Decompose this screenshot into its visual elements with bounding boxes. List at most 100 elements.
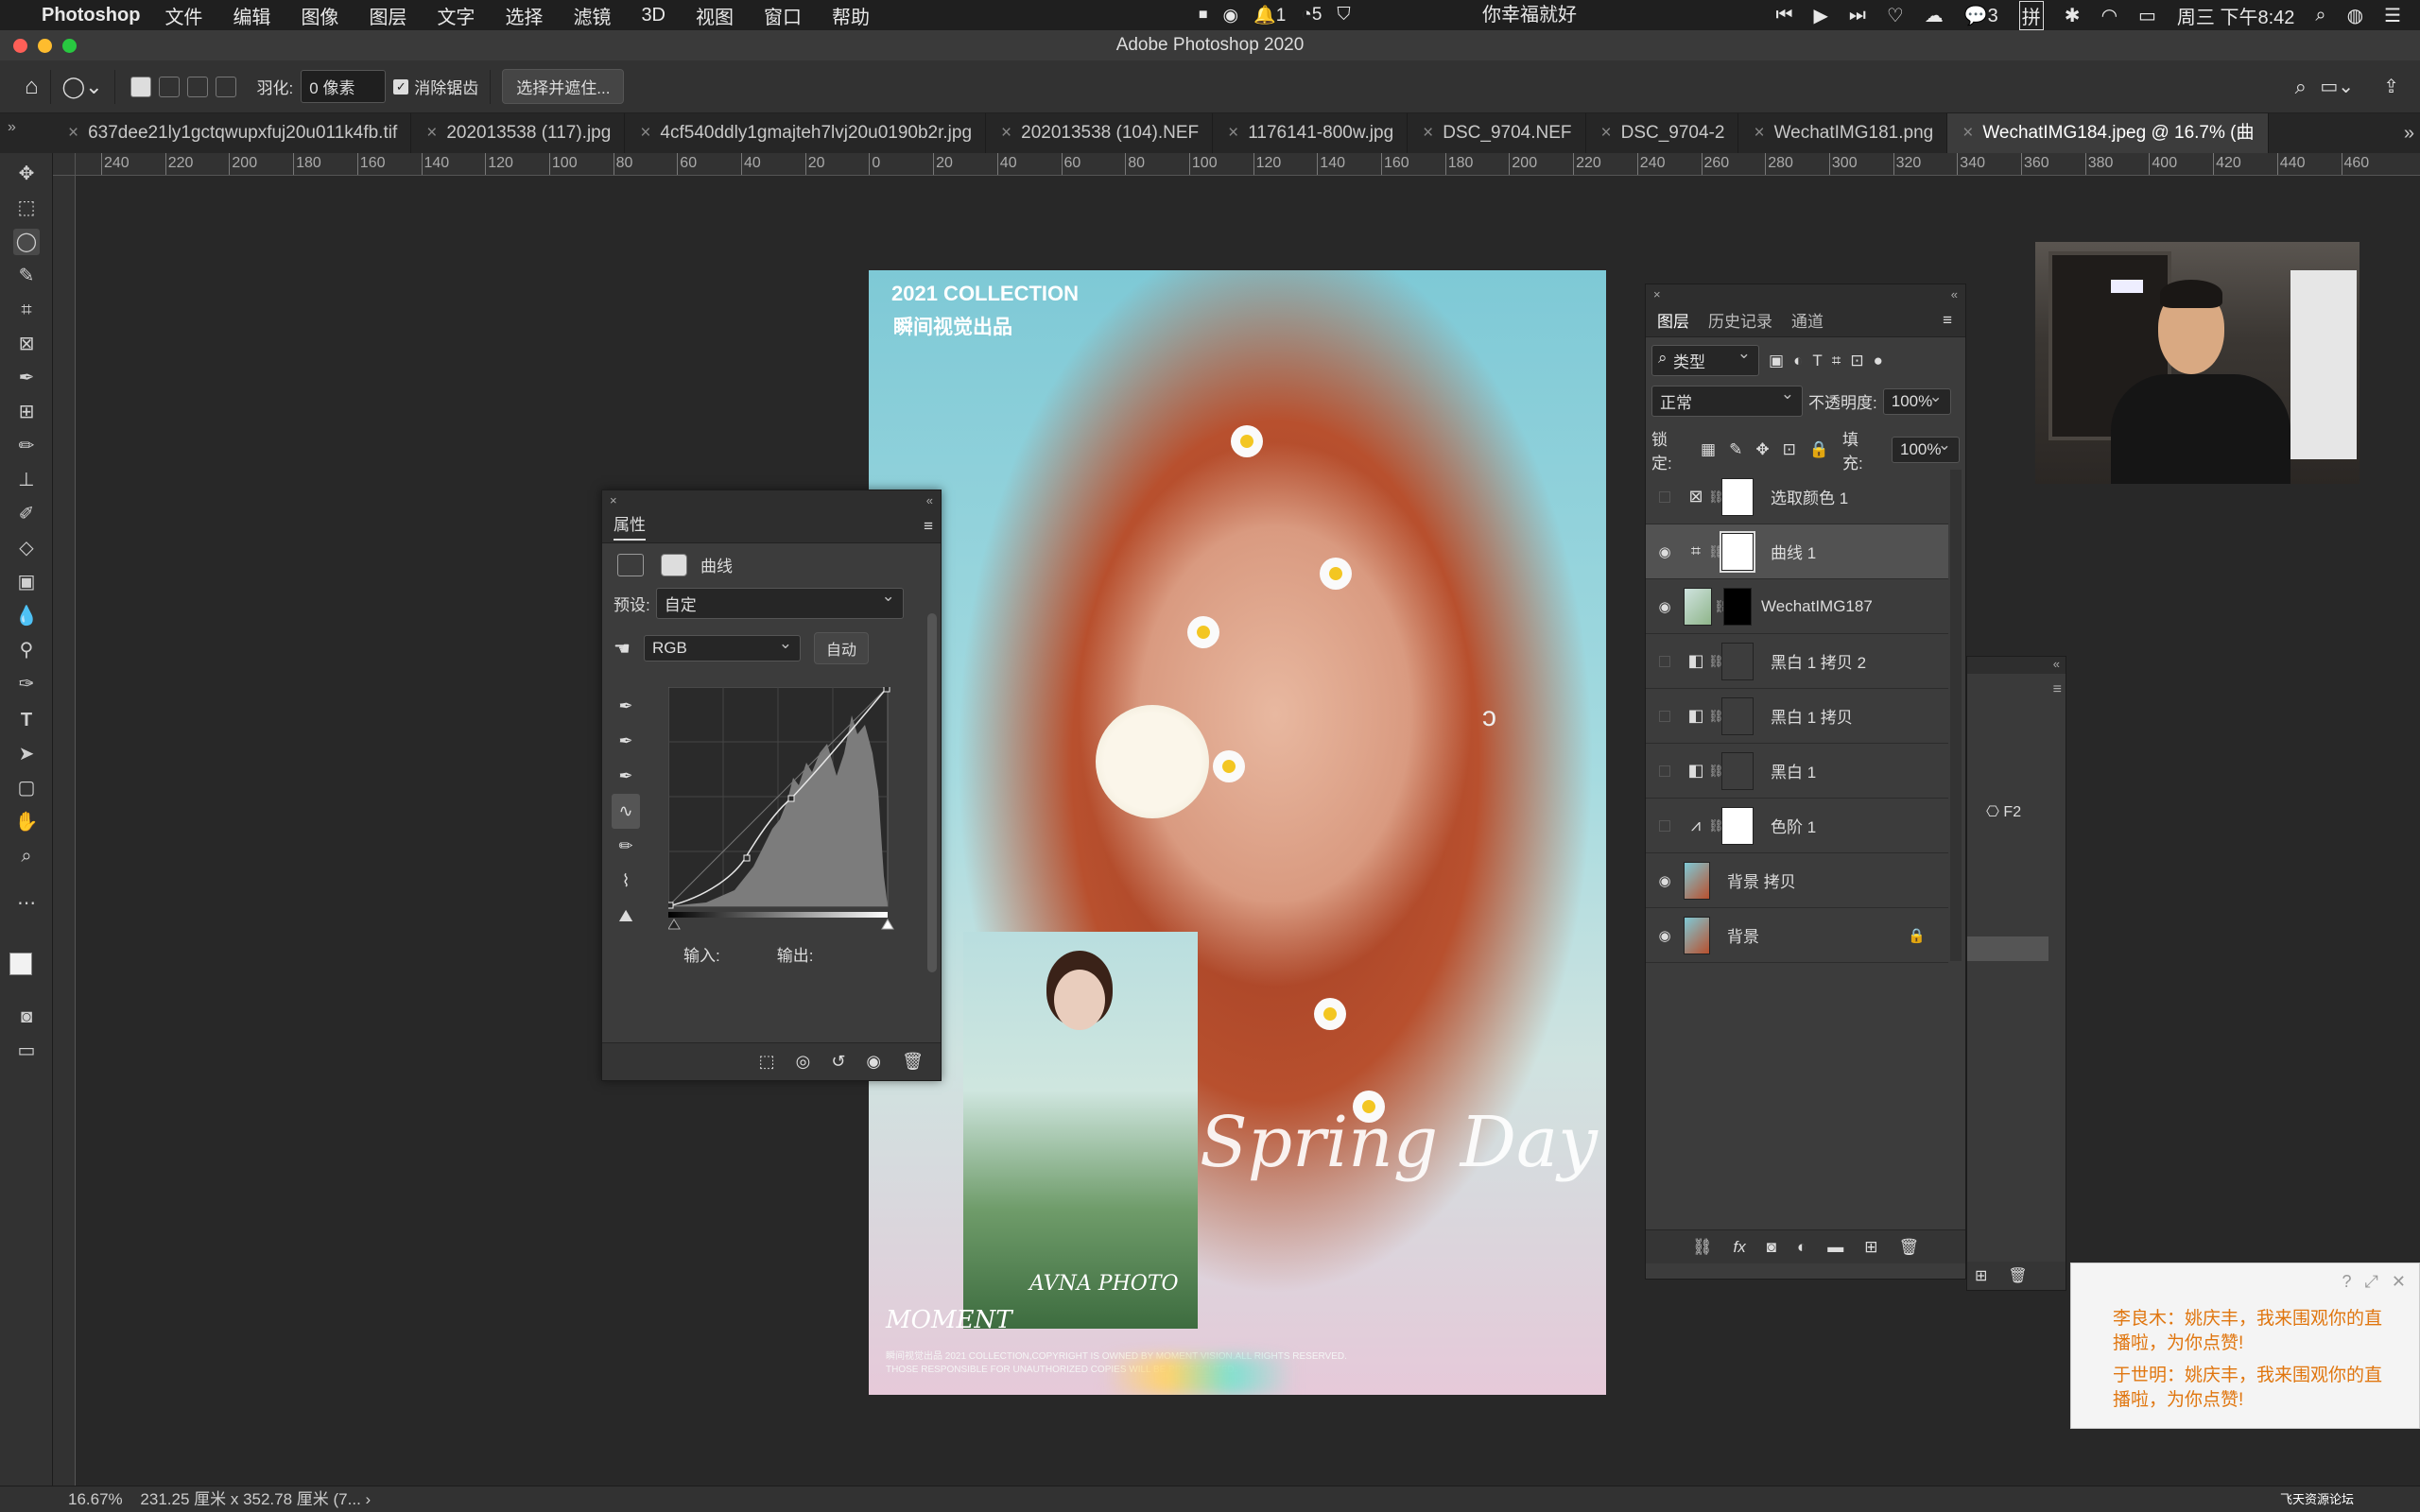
close-panel-icon[interactable]: ×: [610, 493, 617, 507]
cloud-icon[interactable]: ☁: [1925, 4, 1944, 27]
stop-icon[interactable]: ⏹: [1199, 5, 1208, 26]
document-tab[interactable]: × 4cf540ddly1gmajteh7lvj20u0190b2r.jpg: [625, 113, 987, 153]
subtract-selection-icon[interactable]: [186, 76, 208, 97]
close-tab-icon[interactable]: ×: [1754, 123, 1764, 143]
spotlight-icon[interactable]: ⌕: [2315, 5, 2325, 26]
tab-channels[interactable]: 通道: [1791, 308, 1824, 332]
collapse-panel-icon[interactable]: «: [1967, 657, 2066, 674]
input-method[interactable]: 拼: [2018, 0, 2044, 30]
visibility-toggle[interactable]: [1646, 765, 1684, 777]
close-tab-icon[interactable]: ×: [1423, 123, 1433, 143]
tab-history[interactable]: 历史记录: [1708, 308, 1772, 332]
new-adjustment-icon[interactable]: ◐: [1797, 1238, 1806, 1257]
dodge-tool-icon[interactable]: ⚲: [13, 637, 40, 663]
document-size[interactable]: 231.25 厘米 x 352.78 厘米 (7...: [140, 1490, 360, 1508]
minimize-window-button[interactable]: [38, 39, 52, 53]
layer-row[interactable]: ◉ 背景 拷贝: [1646, 853, 1948, 908]
targeted-adjust-icon[interactable]: ☚: [614, 637, 631, 661]
curve-point[interactable]: [743, 854, 751, 862]
selected-row[interactable]: [1967, 936, 2048, 961]
healing-tool-icon[interactable]: ⊞: [13, 399, 40, 425]
layer-thumbnail[interactable]: [1684, 861, 1710, 900]
reset-icon[interactable]: ↺: [831, 1052, 845, 1072]
wechat-icon[interactable]: 💬3: [1964, 4, 1998, 27]
shape-filter-icon[interactable]: ⌗: [1832, 352, 1841, 370]
lasso-tool-preset-icon[interactable]: ◯⌄: [62, 75, 103, 99]
layer-row[interactable]: ◉ ⛓ WechatIMG187: [1646, 579, 1948, 634]
new-selection-icon[interactable]: [130, 76, 151, 97]
curve-point[interactable]: [883, 687, 890, 693]
menu-window[interactable]: 窗口: [764, 2, 802, 29]
move-tool-icon[interactable]: ✥: [13, 161, 40, 187]
control-center-icon[interactable]: ☰: [2384, 4, 2401, 27]
gradient-tool-icon[interactable]: ▣: [13, 569, 40, 595]
delete-icon[interactable]: 🗑: [2008, 1266, 2027, 1285]
select-and-mask-button[interactable]: 选择并遮住...: [502, 69, 625, 104]
new-layer-icon[interactable]: ⊞: [1864, 1238, 1877, 1257]
action-shortcut[interactable]: ⎔ F2: [1986, 802, 2021, 821]
menu-select[interactable]: 选择: [505, 2, 543, 29]
layer-mask-thumbnail[interactable]: [1721, 477, 1754, 516]
layer-thumbnail[interactable]: [1684, 916, 1710, 954]
now-playing[interactable]: 你幸福就好: [1482, 0, 1577, 30]
help-icon[interactable]: ?: [2342, 1269, 2351, 1294]
adjustment-filter-icon[interactable]: ◐: [1793, 352, 1803, 370]
curve-edit-points-icon[interactable]: ∿: [612, 794, 640, 829]
play-icon[interactable]: ▶: [1813, 4, 1827, 27]
visibility-icon[interactable]: ◉: [866, 1052, 881, 1072]
document-tab[interactable]: × WechatIMG181.png: [1738, 113, 1948, 153]
fill-input[interactable]: 100%: [1891, 436, 1960, 463]
close-tab-icon[interactable]: ×: [640, 123, 650, 143]
add-selection-icon[interactable]: [158, 76, 180, 97]
gray-point-eyedropper-icon[interactable]: ✒: [612, 724, 640, 759]
menu-3d[interactable]: 3D: [641, 5, 666, 26]
curves-adjustment-icon[interactable]: [617, 553, 644, 576]
view-previous-icon[interactable]: ◎: [796, 1052, 811, 1072]
heart-icon[interactable]: ♡: [1887, 4, 1904, 27]
shape-tool-icon[interactable]: ▢: [13, 775, 40, 801]
fx-icon[interactable]: fx: [1733, 1238, 1745, 1257]
history-brush-icon[interactable]: ✐: [13, 501, 40, 527]
visibility-toggle[interactable]: [1646, 819, 1684, 832]
record-icon[interactable]: ◉: [1223, 5, 1239, 26]
filter-toggle-icon[interactable]: ●: [1874, 352, 1883, 370]
document-tab[interactable]: × 637dee21ly1gctqwupxfuj20u011k4fb.tif: [53, 113, 412, 153]
stamp-tool-icon[interactable]: ⊥: [13, 467, 40, 493]
eye-icon[interactable]: ◉: [1646, 543, 1684, 560]
close-tab-icon[interactable]: ×: [1962, 123, 1973, 143]
crop-tool-icon[interactable]: ⌗: [13, 297, 40, 323]
document-tab[interactable]: × 1176141-800w.jpg: [1213, 113, 1409, 153]
lasso-tool-icon[interactable]: ◯: [13, 229, 40, 255]
new-item-icon[interactable]: ⊞: [1975, 1266, 1987, 1285]
curve-point[interactable]: [668, 902, 674, 909]
zoom-level[interactable]: 16.67%: [68, 1490, 123, 1508]
layer-row[interactable]: ◧ ⛓ 黑白 1 拷贝: [1646, 689, 1948, 744]
workspace-icon[interactable]: ▭⌄: [2320, 75, 2354, 98]
document-tab-active[interactable]: × WechatIMG184.jpeg @ 16.7% (曲: [1947, 113, 2269, 153]
gauge-icon[interactable]: ◔5: [1301, 5, 1322, 26]
next-track-icon[interactable]: ⏭: [1849, 5, 1866, 26]
close-tab-icon[interactable]: ×: [68, 123, 78, 143]
collapse-panel-icon[interactable]: «: [1951, 287, 1958, 301]
add-mask-icon[interactable]: ◙: [1767, 1238, 1776, 1257]
black-slider[interactable]: [668, 919, 681, 930]
screen-mode-icon[interactable]: ▭: [13, 1038, 40, 1064]
lock-transparent-icon[interactable]: ▦: [1701, 440, 1716, 459]
quick-select-tool-icon[interactable]: ✎: [13, 263, 40, 289]
intersect-selection-icon[interactable]: [215, 76, 236, 97]
eye-icon[interactable]: ◉: [1646, 872, 1684, 889]
delete-icon[interactable]: 🗑: [902, 1052, 924, 1072]
layer-row-selected[interactable]: ◉ ⌗ ⛓ 曲线 1: [1646, 524, 1948, 579]
menu-edit[interactable]: 编辑: [233, 2, 270, 29]
horizontal-ruler[interactable]: 240 220 200 180 160 140 120 100 80 60 40 20 0 20 40 60 8…: [76, 153, 2420, 176]
layer-mask-thumbnail[interactable]: [1723, 587, 1752, 626]
clipping-warning-icon[interactable]: ⛰: [612, 899, 640, 934]
layer-row[interactable]: ⩘ ⛓ 色阶 1: [1646, 799, 1948, 853]
battery-icon[interactable]: ▭: [2138, 4, 2156, 27]
expand-icon[interactable]: ⤢: [2365, 1269, 2378, 1294]
close-tab-icon[interactable]: ×: [1228, 123, 1238, 143]
notification-icon[interactable]: 🔔1: [1253, 4, 1286, 26]
layers-scrollbar[interactable]: [1950, 470, 1962, 961]
clock[interactable]: 周三 下午8:42: [2177, 2, 2294, 29]
menu-view[interactable]: 视图: [696, 2, 734, 29]
